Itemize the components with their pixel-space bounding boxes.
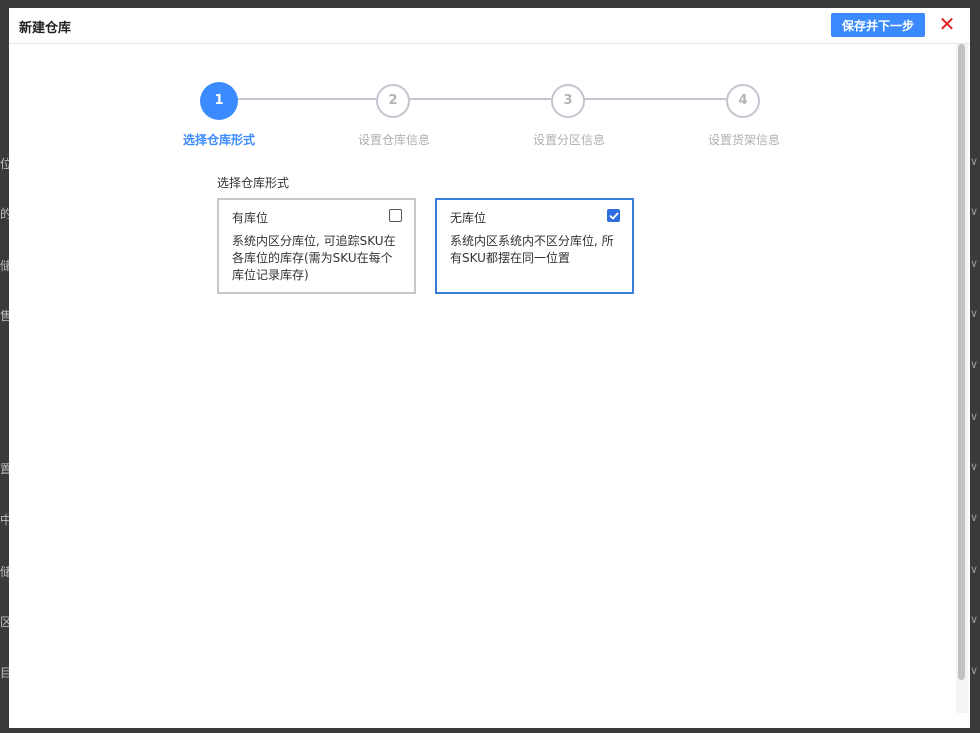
option-description: 系统内区分库位, 可追踪SKU在各库位的库存(需为SKU在每个库位记录库存): [232, 234, 396, 282]
step-4-circle: 4: [726, 84, 760, 118]
new-warehouse-dialog: 新建仓库 保存并下一步 ✕ 1 2 3 4 选择仓库形式 设置仓库信息 设置分区…: [9, 8, 970, 728]
chevron-down-icon: ∨: [969, 358, 978, 371]
chevron-down-icon: ∨: [969, 613, 978, 626]
checkbox-unchecked[interactable]: [389, 209, 402, 222]
warehouse-form-label: 选择仓库形式: [217, 176, 290, 190]
background-text: 位: [0, 157, 9, 171]
option-title: 有库位: [232, 211, 269, 225]
chevron-down-icon: ∨: [969, 257, 978, 270]
background-text: 售: [0, 309, 9, 323]
step-connector: [237, 98, 376, 100]
background-text: 目: [0, 666, 9, 680]
dialog-title: 新建仓库: [19, 21, 72, 36]
chevron-down-icon: ∨: [969, 307, 978, 320]
checkmark-icon: [609, 212, 618, 219]
chevron-down-icon: ∨: [969, 410, 978, 423]
background-text: 储: [0, 565, 9, 579]
chevron-down-icon: ∨: [969, 205, 978, 218]
step-4-label: 设置货架信息: [707, 133, 780, 147]
step-2-circle: 2: [376, 84, 410, 118]
background-text: 区: [0, 615, 9, 629]
save-and-next-button[interactable]: 保存并下一步: [831, 13, 925, 37]
step-connector: [409, 98, 551, 100]
background-text: 置: [0, 462, 9, 476]
step-connector: [584, 98, 726, 100]
step-1-circle: 1: [200, 82, 238, 120]
option-title: 无库位: [450, 211, 487, 225]
step-2-label: 设置仓库信息: [357, 133, 430, 147]
chevron-down-icon: ∨: [969, 664, 978, 677]
chevron-down-icon: ∨: [969, 563, 978, 576]
background-text: 储: [0, 259, 9, 273]
step-1-label: 选择仓库形式: [182, 133, 255, 147]
option-card-with-locations[interactable]: 有库位 系统内区分库位, 可追踪SKU在各库位的库存(需为SKU在每个库位记录库…: [217, 198, 416, 294]
option-description: 系统内区系统内不区分库位, 所有SKU都摆在同一位置: [450, 234, 614, 265]
background-text: 的: [0, 207, 9, 221]
checkbox-checked[interactable]: [607, 209, 620, 222]
dialog-header: 新建仓库 保存并下一步 ✕: [9, 8, 970, 44]
option-card-without-locations[interactable]: 无库位 系统内区系统内不区分库位, 所有SKU都摆在同一位置: [435, 198, 634, 294]
chevron-down-icon: ∨: [969, 511, 978, 524]
chevron-down-icon: ∨: [969, 155, 978, 168]
step-3-circle: 3: [551, 84, 585, 118]
chevron-down-icon: ∨: [969, 460, 978, 473]
scrollbar-thumb[interactable]: [958, 44, 965, 680]
close-icon[interactable]: ✕: [937, 13, 957, 35]
step-3-label: 设置分区信息: [532, 133, 605, 147]
background-text: 中: [0, 513, 9, 527]
